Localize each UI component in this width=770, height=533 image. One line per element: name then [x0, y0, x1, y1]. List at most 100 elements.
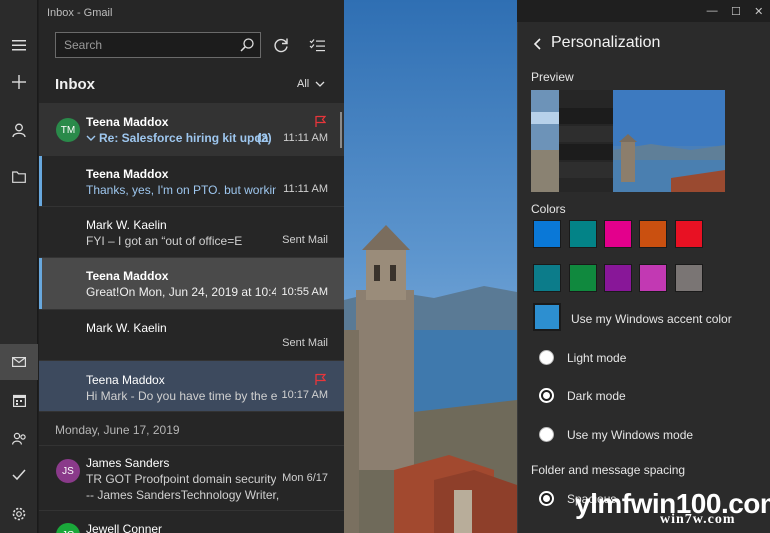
- accent-color-label: Use my Windows accent color: [571, 312, 732, 326]
- spacing-label: Folder and message spacing: [531, 463, 686, 477]
- radio-button[interactable]: [539, 427, 554, 442]
- panel-title: Personalization: [551, 34, 661, 51]
- todo-check-icon[interactable]: [0, 457, 38, 493]
- radio-label: Dark mode: [567, 388, 626, 403]
- message-row[interactable]: Teena Maddox Thanks, yes, I'm on PTO. bu…: [39, 155, 344, 206]
- unread-indicator: [39, 258, 42, 309]
- message-preview-line2: -- James SandersTechnology Writer,: [86, 488, 280, 502]
- message-row[interactable]: JC Jewell Conner: [39, 510, 344, 533]
- filter-label: All: [297, 78, 310, 90]
- window-title: Inbox - Gmail: [47, 7, 113, 19]
- color-swatch[interactable]: [533, 264, 561, 292]
- color-swatch[interactable]: [639, 220, 667, 248]
- expand-thread-chevron-icon: [86, 135, 96, 141]
- message-row[interactable]: Mark W. Kaelin Sent Mail: [39, 309, 344, 360]
- radio-label: Light mode: [567, 350, 627, 365]
- date-group-label: Monday, June 17, 2019: [55, 423, 180, 437]
- folder-title: Inbox: [55, 76, 95, 93]
- thread-count: (2): [257, 131, 272, 145]
- accounts-person-icon[interactable]: [0, 112, 38, 148]
- mail-icon[interactable]: [0, 344, 38, 380]
- back-arrow-icon[interactable]: [528, 34, 548, 54]
- message-time: Sent Mail: [282, 234, 328, 246]
- message-time: 11:11 AM: [283, 132, 328, 144]
- message-time: Mon 6/17: [282, 472, 328, 484]
- dark-mode-option[interactable]: Dark mode: [539, 388, 626, 403]
- radio-button-checked[interactable]: [539, 491, 554, 506]
- sender-name: Mark W. Kaelin: [86, 321, 167, 335]
- color-swatch[interactable]: [675, 264, 703, 292]
- message-row[interactable]: Mark W. Kaelin FYI – I got an “out of of…: [39, 206, 344, 257]
- search-input[interactable]: [56, 38, 234, 52]
- radio-button-checked[interactable]: [539, 388, 554, 403]
- message-preview: Hi Mark - Do you have time by the er: [86, 389, 278, 403]
- scrollbar[interactable]: [340, 112, 342, 148]
- sender-name: Jewell Conner: [86, 522, 163, 533]
- color-swatch[interactable]: [639, 264, 667, 292]
- sender-name: Mark W. Kaelin: [86, 218, 167, 232]
- maximize-icon[interactable]: ☐: [731, 5, 741, 18]
- message-list-pane: Inbox - Gmail Inbox All TM Teena Maddox …: [39, 0, 344, 533]
- nav-rail: [0, 0, 38, 533]
- message-preview: FYI – I got an “out of office=E: [86, 234, 243, 248]
- settings-gear-icon[interactable]: [0, 496, 38, 532]
- background-wallpaper: [344, 0, 517, 533]
- message-row[interactable]: TM Teena Maddox Re: Salesforce hiring ki…: [39, 103, 344, 155]
- preview-label: Preview: [531, 70, 574, 84]
- close-icon[interactable]: ✕: [754, 5, 763, 18]
- message-row[interactable]: JS James Sanders TR GOT Proofpoint domai…: [39, 445, 344, 510]
- folders-icon[interactable]: [0, 159, 38, 195]
- calendar-icon[interactable]: [0, 382, 38, 418]
- windows-mode-option[interactable]: Use my Windows mode: [539, 427, 693, 442]
- sender-name: Teena Maddox: [86, 373, 165, 387]
- color-swatch[interactable]: [533, 220, 561, 248]
- chevron-down-icon: [315, 81, 325, 87]
- message-preview: Great!On Mon, Jun 24, 2019 at 10:45: [86, 285, 276, 299]
- accent-color-swatch[interactable]: [533, 303, 561, 331]
- unread-indicator: [39, 156, 42, 206]
- radio-button[interactable]: [539, 350, 554, 365]
- people-icon[interactable]: [0, 420, 38, 456]
- minimize-icon[interactable]: —: [707, 5, 718, 17]
- avatar: TM: [56, 118, 80, 142]
- message-time: Sent Mail: [282, 337, 328, 349]
- window-controls: — ☐ ✕: [700, 0, 770, 22]
- sender-name: Teena Maddox: [86, 269, 169, 283]
- color-swatch[interactable]: [604, 220, 632, 248]
- avatar: JS: [56, 459, 80, 483]
- hamburger-menu-icon[interactable]: [0, 27, 38, 63]
- search-box[interactable]: [55, 32, 261, 58]
- radio-label: Use my Windows mode: [567, 427, 694, 442]
- selection-mode-icon[interactable]: [303, 32, 331, 58]
- color-swatch[interactable]: [569, 220, 597, 248]
- sync-icon[interactable]: [267, 32, 295, 58]
- sender-name: James Sanders: [86, 456, 170, 470]
- avatar-initials: TM: [60, 124, 76, 136]
- sender-name: Teena Maddox: [86, 167, 169, 181]
- search-icon[interactable]: [234, 33, 260, 57]
- flag-icon[interactable]: [315, 373, 326, 385]
- message-time: 11:11 AM: [283, 183, 328, 195]
- theme-preview-image: [531, 90, 725, 192]
- message-time: 10:17 AM: [281, 389, 328, 401]
- avatar-initials: JC: [62, 530, 74, 533]
- colors-label: Colors: [531, 202, 566, 216]
- message-time: 10:55 AM: [281, 286, 328, 298]
- avatar: JC: [56, 523, 80, 533]
- color-swatch[interactable]: [675, 220, 703, 248]
- flag-icon[interactable]: [315, 115, 326, 127]
- filter-dropdown[interactable]: All: [297, 78, 325, 90]
- color-swatch[interactable]: [569, 264, 597, 292]
- message-preview: Re: Salesforce hiring kit upda: [99, 131, 269, 145]
- watermark-sub-logo: win7w.com: [660, 512, 736, 527]
- new-mail-plus-icon[interactable]: [0, 64, 38, 100]
- message-preview: Thanks, yes, I'm on PTO. but working: [86, 183, 276, 197]
- avatar-initials: JS: [62, 465, 74, 477]
- date-group-header: Monday, June 17, 2019: [39, 411, 344, 445]
- color-swatch[interactable]: [604, 264, 632, 292]
- message-row[interactable]: Teena Maddox Hi Mark - Do you have time …: [39, 360, 344, 411]
- message-row-selected[interactable]: Teena Maddox Great!On Mon, Jun 24, 2019 …: [39, 257, 344, 309]
- personalization-panel: Personalization Preview Colors Use my Wi…: [517, 22, 770, 533]
- sender-name: Teena Maddox: [86, 115, 169, 129]
- light-mode-option[interactable]: Light mode: [539, 350, 626, 365]
